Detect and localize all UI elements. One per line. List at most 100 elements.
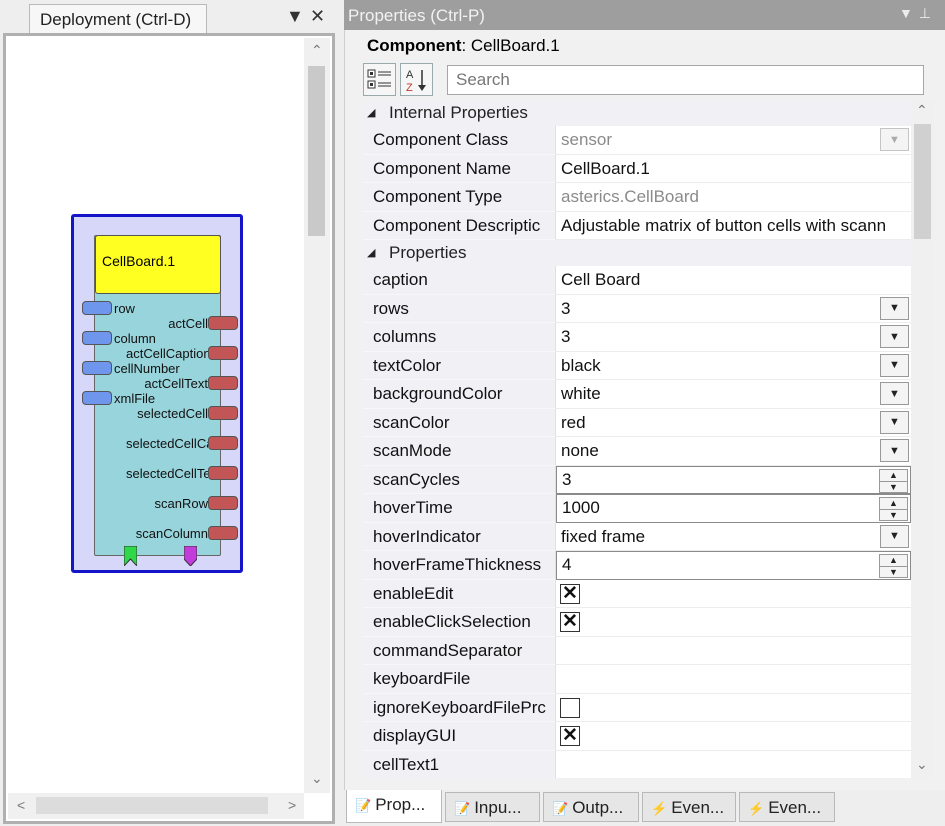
- property-value-select[interactable]: fixed frame ▼: [556, 522, 911, 551]
- deployment-canvas[interactable]: CellBoard.1 row column cellNumber xmlFil…: [8, 38, 304, 793]
- property-value-select[interactable]: red ▼: [556, 408, 911, 437]
- property-name: Component Name: [363, 154, 556, 183]
- event-listener-port[interactable]: [184, 546, 197, 566]
- output-port-selectedcell[interactable]: [208, 406, 238, 420]
- alphabetical-view-button[interactable]: A Z: [400, 63, 433, 96]
- pin-icon[interactable]: ⊥: [919, 5, 937, 21]
- property-row: scanMode none ▼: [363, 437, 911, 466]
- scroll-down-icon[interactable]: ⌄: [311, 770, 323, 787]
- category-label: Internal Properties: [389, 103, 528, 122]
- property-value-field[interactable]: CellBoard.1: [556, 154, 911, 183]
- dropdown-arrow-icon[interactable]: ▼: [880, 353, 909, 377]
- spin-down-icon[interactable]: ▼: [880, 566, 907, 577]
- scroll-thumb[interactable]: [308, 66, 325, 236]
- checkbox-unchecked[interactable]: [560, 697, 580, 718]
- scroll-down-icon[interactable]: ⌄: [916, 756, 928, 773]
- tab-event-listeners[interactable]: ⚡ Even...: [642, 792, 736, 822]
- output-port-label: selectedCell: [137, 406, 208, 421]
- scroll-up-icon[interactable]: ⌃: [311, 42, 323, 59]
- tab-event-triggers[interactable]: ⚡ Even...: [739, 792, 835, 822]
- property-value-spinner[interactable]: 4 ▲ ▼: [556, 551, 911, 580]
- output-port-selectedcellcaption[interactable]: [208, 436, 238, 450]
- dropdown-arrow-icon[interactable]: ▼: [880, 296, 909, 320]
- property-name: textColor: [363, 351, 556, 380]
- input-port-label: xmlFile: [114, 391, 156, 406]
- dropdown-arrow-icon: ▼: [880, 128, 909, 151]
- spin-down-icon[interactable]: ▼: [880, 509, 907, 520]
- category-label: Properties: [389, 243, 467, 262]
- output-port-scancolumn[interactable]: [208, 526, 238, 540]
- search-input[interactable]: [447, 65, 924, 95]
- component-cellboard[interactable]: CellBoard.1 row column cellNumber xmlFil…: [71, 214, 243, 573]
- tab-label: Prop...: [375, 795, 426, 814]
- property-value-field[interactable]: Cell Board: [556, 266, 911, 295]
- property-value-select[interactable]: black ▼: [556, 351, 911, 380]
- property-row: textColor black ▼: [363, 351, 911, 380]
- output-port-actcelltext[interactable]: [208, 376, 238, 390]
- input-port-label: cellNumber: [114, 361, 180, 376]
- scroll-left-icon[interactable]: <: [17, 797, 25, 813]
- property-row: scanColor red ▼: [363, 408, 911, 437]
- tab-inputs[interactable]: 📝 Inpu...: [445, 792, 540, 822]
- property-value-select[interactable]: 3 ▼: [556, 294, 911, 323]
- collapse-triangle-icon[interactable]: ◢: [367, 106, 375, 119]
- checkbox-checked[interactable]: ✕: [560, 583, 580, 604]
- categorized-view-button[interactable]: [363, 63, 396, 96]
- checkbox-checked[interactable]: ✕: [560, 612, 580, 632]
- property-name: hoverIndicator: [363, 522, 556, 551]
- component-title[interactable]: CellBoard.1: [95, 235, 221, 294]
- deployment-vertical-scrollbar[interactable]: ⌃ ⌄: [304, 38, 330, 793]
- deployment-tab[interactable]: Deployment (Ctrl-D): [29, 4, 207, 33]
- input-port-row[interactable]: [82, 301, 112, 315]
- property-value-select[interactable]: 3 ▼: [556, 323, 911, 352]
- property-value-select[interactable]: white ▼: [556, 380, 911, 409]
- spin-up-icon[interactable]: ▲: [880, 498, 907, 509]
- deployment-panel: CellBoard.1 row column cellNumber xmlFil…: [3, 33, 335, 824]
- event-trigger-port[interactable]: [124, 546, 137, 566]
- tab-label: Even...: [671, 798, 725, 817]
- property-grid-scrollbar[interactable]: ⌃ ⌄: [911, 100, 934, 778]
- spin-down-icon[interactable]: ▼: [880, 480, 907, 492]
- collapse-triangle-icon[interactable]: ◢: [367, 246, 375, 259]
- property-value-field[interactable]: [556, 636, 911, 665]
- output-port-actcellcaption[interactable]: [208, 346, 238, 360]
- pin-dropdown-icon[interactable]: ▼: [286, 6, 304, 26]
- spinner-buttons[interactable]: ▲ ▼: [879, 468, 908, 493]
- spinner-buttons[interactable]: ▲ ▼: [879, 554, 908, 578]
- spin-up-icon[interactable]: ▲: [880, 555, 907, 566]
- output-port-scanrow[interactable]: [208, 496, 238, 510]
- output-port-selectedcelltext[interactable]: [208, 466, 238, 480]
- input-port-xmlfile[interactable]: [82, 391, 112, 405]
- property-value-spinner[interactable]: 3 ▲ ▼: [556, 465, 911, 494]
- property-name: commandSeparator: [363, 636, 556, 665]
- deployment-horizontal-scrollbar[interactable]: < >: [8, 793, 304, 819]
- scroll-right-icon[interactable]: >: [288, 797, 296, 813]
- close-icon[interactable]: ✕: [310, 6, 325, 26]
- checkbox-checked[interactable]: ✕: [560, 726, 580, 746]
- output-port-actcell[interactable]: [208, 316, 238, 330]
- tab-outputs[interactable]: 📝 Outp...: [543, 792, 639, 822]
- scroll-thumb[interactable]: [914, 124, 931, 239]
- spin-up-icon[interactable]: ▲: [880, 470, 907, 481]
- scroll-up-icon[interactable]: ⌃: [916, 102, 928, 119]
- property-value-spinner[interactable]: 1000 ▲ ▼: [556, 494, 911, 523]
- dropdown-icon[interactable]: ▼: [899, 5, 919, 21]
- spinner-buttons[interactable]: ▲ ▼: [879, 497, 908, 521]
- property-value-select[interactable]: sensor ▼: [556, 126, 911, 155]
- dropdown-arrow-icon[interactable]: ▼: [880, 410, 909, 434]
- property-value-field[interactable]: Adjustable matrix of button cells with s…: [556, 211, 911, 240]
- dropdown-arrow-icon[interactable]: ▼: [880, 524, 909, 548]
- input-port-cellnumber[interactable]: [82, 361, 112, 375]
- property-value-field[interactable]: [556, 750, 911, 778]
- scroll-thumb[interactable]: [36, 797, 268, 814]
- category-internal-properties[interactable]: ◢ Internal Properties: [363, 100, 911, 128]
- dropdown-arrow-icon[interactable]: ▼: [880, 439, 909, 462]
- input-port-column[interactable]: [82, 331, 112, 345]
- property-name: Component Descriptic: [363, 211, 556, 240]
- property-value-field[interactable]: [556, 665, 911, 694]
- property-value-select[interactable]: none ▼: [556, 437, 911, 466]
- category-properties[interactable]: ◢ Properties: [363, 240, 911, 268]
- tab-properties[interactable]: 📝 Prop...: [346, 790, 442, 823]
- dropdown-arrow-icon[interactable]: ▼: [880, 325, 909, 348]
- dropdown-arrow-icon[interactable]: ▼: [880, 382, 909, 405]
